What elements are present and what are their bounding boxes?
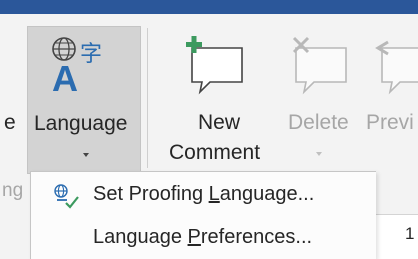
menu-item-set-proofing-language[interactable]: Set Proofing Language... [31,175,376,213]
set-proofing-language-label: Set Proofing Language... [93,183,315,205]
new-comment-button[interactable]: New Comment [158,26,278,174]
delete-comment-icon [292,36,347,95]
title-bar [0,0,418,14]
previous-label: Previ [366,111,414,134]
page-edge-text: 1 [405,224,415,243]
previous-comment-button[interactable]: Previ [366,26,418,174]
new-comment-icon [186,36,243,95]
delete-label: Delete [288,111,349,134]
svg-text:A: A [52,58,78,99]
group-separator [147,28,148,168]
language-preferences-label: Language Preferences... [93,226,313,248]
document-page-edge: 1 [374,214,418,259]
chevron-down-icon [83,153,89,157]
new-comment-label-line2: Comment [169,141,261,164]
partial-ribbon-label: e [4,111,16,134]
svg-text:字: 字 [80,42,102,67]
proofing-language-icon [54,184,79,209]
language-label: Language [34,112,128,135]
language-button[interactable]: 字 A Language [27,26,141,174]
language-dropdown-menu: Set Proofing Language... Language Prefer… [30,171,376,259]
delete-comment-button[interactable]: Delete [282,26,362,174]
previous-comment-icon [375,40,418,95]
partial-ribbon-label-lower: ng [2,180,24,201]
new-comment-label-line1: New [198,111,241,134]
language-translate-icon: 字 A [52,37,102,99]
menu-item-language-preferences[interactable]: Language Preferences... [31,218,376,256]
chevron-down-icon [316,152,322,156]
review-ribbon: e 字 A Language New Comment Delete Previ [0,14,418,174]
